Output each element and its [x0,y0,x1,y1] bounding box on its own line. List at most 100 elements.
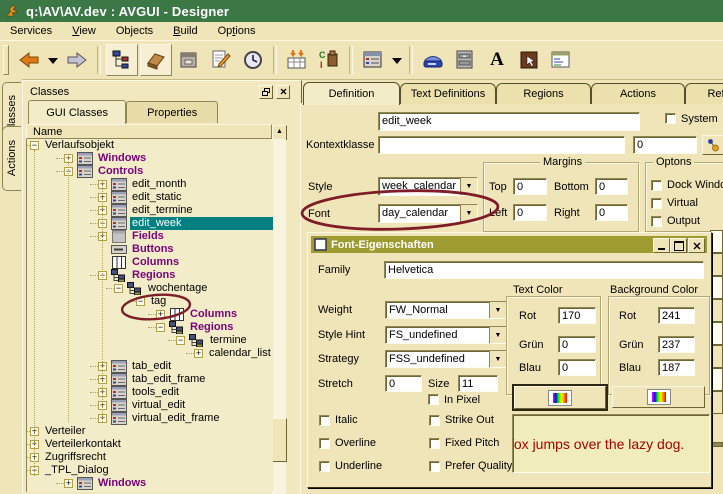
chevron-down-icon[interactable]: ▼ [489,302,506,318]
tree-item-calendar_list[interactable]: +calendar_list [27,347,273,360]
index-field[interactable]: 0 [633,136,697,154]
tree-item-label[interactable]: Zugriffsrecht [43,451,108,464]
tab-regions[interactable]: Regions [496,83,591,104]
tree-item-edit_week[interactable]: −edit_week [27,217,273,230]
tree-item-label[interactable]: edit_week [130,217,273,230]
text-color-picker-button[interactable] [514,386,606,409]
cabinet-button[interactable] [450,45,480,75]
tree-item-label[interactable]: Controls [96,165,145,178]
tree-item-tag[interactable]: −tag [27,295,273,308]
tree-item-label[interactable]: termine [208,334,249,347]
margin-right-field[interactable]: 0 [595,204,628,221]
tab-definition[interactable]: Definition [303,82,400,105]
fixed-pitch-checkbox[interactable] [429,438,440,449]
region-pointer-button[interactable] [514,45,544,75]
tree-item-tools_edit[interactable]: +tools_edit [27,386,273,399]
tree-item-label[interactable]: Regions [130,269,177,282]
tree-item-label[interactable]: Buttons [130,243,176,256]
forward-arrow-button[interactable] [62,45,92,75]
tree-item-label[interactable]: tab_edit [130,360,173,373]
stretch-field[interactable]: 0 [385,375,422,392]
tree-item-label[interactable]: virtual_edit_frame [130,412,221,425]
tree-item-edit_termine[interactable]: +edit_termine [27,204,273,217]
tree-item-zugriffsrecht[interactable]: +Zugriffsrecht [27,451,273,464]
class-interface-button[interactable]: CI [314,45,344,75]
tree-item-tab_edit[interactable]: +tab_edit [27,360,273,373]
package-button[interactable] [174,45,204,75]
tree-item-edit_static[interactable]: +edit_static [27,191,273,204]
tab-gui-classes[interactable]: GUI Classes [28,100,126,124]
tree-item-termine[interactable]: − termine [27,334,273,347]
close-icon[interactable] [688,238,705,253]
tree-item-regions[interactable]: −Regions [27,269,273,282]
tree-item-label[interactable]: Verlaufsobjekt [43,139,116,152]
prefer-quality-checkbox[interactable] [429,461,440,472]
tree-item-edit_month[interactable]: +edit_month [27,178,273,191]
collapse-icon[interactable]: − [114,284,123,293]
text-rot-field[interactable]: 170 [558,307,596,324]
style-hint-combobox[interactable]: FS_undefined▼ [385,326,507,344]
tree-item-windows[interactable]: + Windows [27,477,273,490]
tree-item-label[interactable]: Columns [130,256,181,269]
dock-tab-actions[interactable]: Actions [2,126,21,191]
panel-close-icon[interactable] [276,85,290,99]
tree-item-buttons[interactable]: Buttons [27,243,273,256]
in-pixel-checkbox[interactable] [428,394,439,405]
tree-item-fields[interactable]: +Fields [27,230,273,243]
size-field[interactable]: 11 [458,375,498,392]
tree-item-label[interactable]: tab_edit_frame [130,373,207,386]
tree-item-label[interactable]: tag [149,295,168,308]
tree-item-label[interactable]: Verteiler [43,425,87,438]
menu-objects[interactable]: Objects [106,24,163,38]
tree-item-verteilerkontakt[interactable]: +Verteilerkontakt [27,438,273,451]
form-window-dropdown-button[interactable] [390,45,404,75]
kontextklasse-field[interactable] [378,136,625,154]
tab-properties[interactable]: Properties [126,101,218,123]
tree-item-verlaufsobjekt[interactable]: −Verlaufsobjekt [27,139,273,152]
back-arrow-button[interactable] [14,45,44,75]
panel-restore-icon[interactable] [259,85,273,99]
minimize-icon[interactable] [653,238,670,253]
tree-item-label[interactable]: virtual_edit [130,399,187,412]
text-blau-field[interactable]: 0 [558,359,596,376]
dock-window-checkbox[interactable] [651,180,662,191]
menu-view[interactable]: View [62,24,106,38]
tree-item-controls[interactable]: −Controls [27,165,273,178]
tree-item-label[interactable]: Verteilerkontakt [43,438,123,451]
bg-blau-field[interactable]: 187 [658,359,695,376]
scroll-up-icon[interactable]: ▲ [272,125,287,140]
tree-item-label[interactable]: wochentage [146,282,209,295]
tree-item-label[interactable]: _TPL_Dialog [43,464,111,477]
expand-icon[interactable]: + [64,479,73,488]
tab-ref[interactable]: Ref [685,83,723,104]
collapse-icon[interactable]: − [176,336,185,345]
hierarchy-view-button[interactable] [106,44,138,76]
edit-document-button[interactable] [206,45,236,75]
system-checkbox[interactable] [665,113,676,124]
tree-item-wochentage[interactable]: − wochentage [27,282,273,295]
menu-options[interactable]: Options [208,24,266,38]
margin-top-field[interactable]: 0 [513,178,547,195]
chevron-down-icon[interactable]: ▼ [460,178,477,195]
tree-item-columns[interactable]: Columns [27,256,273,269]
tree-item-_tpl_dialog[interactable]: −_TPL_Dialog [27,464,273,477]
class-name-field[interactable]: edit_week [378,112,640,131]
tree-item-label[interactable]: edit_static [130,191,184,204]
strike-out-checkbox[interactable] [429,415,440,426]
tree-item-tab_edit_frame[interactable]: +tab_edit_frame [27,373,273,386]
margin-bottom-field[interactable]: 0 [595,178,628,195]
toolbar-grip[interactable] [3,45,9,75]
tree-scrollbar-thumb[interactable] [272,418,287,462]
underline-checkbox[interactable] [319,461,330,472]
chevron-down-icon[interactable]: ▼ [489,327,506,343]
tree-item-label[interactable]: Windows [96,477,148,490]
output-checkbox[interactable] [651,216,662,227]
menu-services[interactable]: Services [0,24,62,38]
import-grid-button[interactable] [282,45,312,75]
background-color-picker-button[interactable] [612,386,705,408]
tree-item-verteiler[interactable]: +Verteiler [27,425,273,438]
tree-item-virtual_edit_frame[interactable]: +virtual_edit_frame [27,412,273,425]
chevron-down-icon[interactable]: ▼ [489,351,506,367]
tree-item-regions[interactable]: −Regions [27,321,273,334]
tree-item-virtual_edit[interactable]: +virtual_edit [27,399,273,412]
